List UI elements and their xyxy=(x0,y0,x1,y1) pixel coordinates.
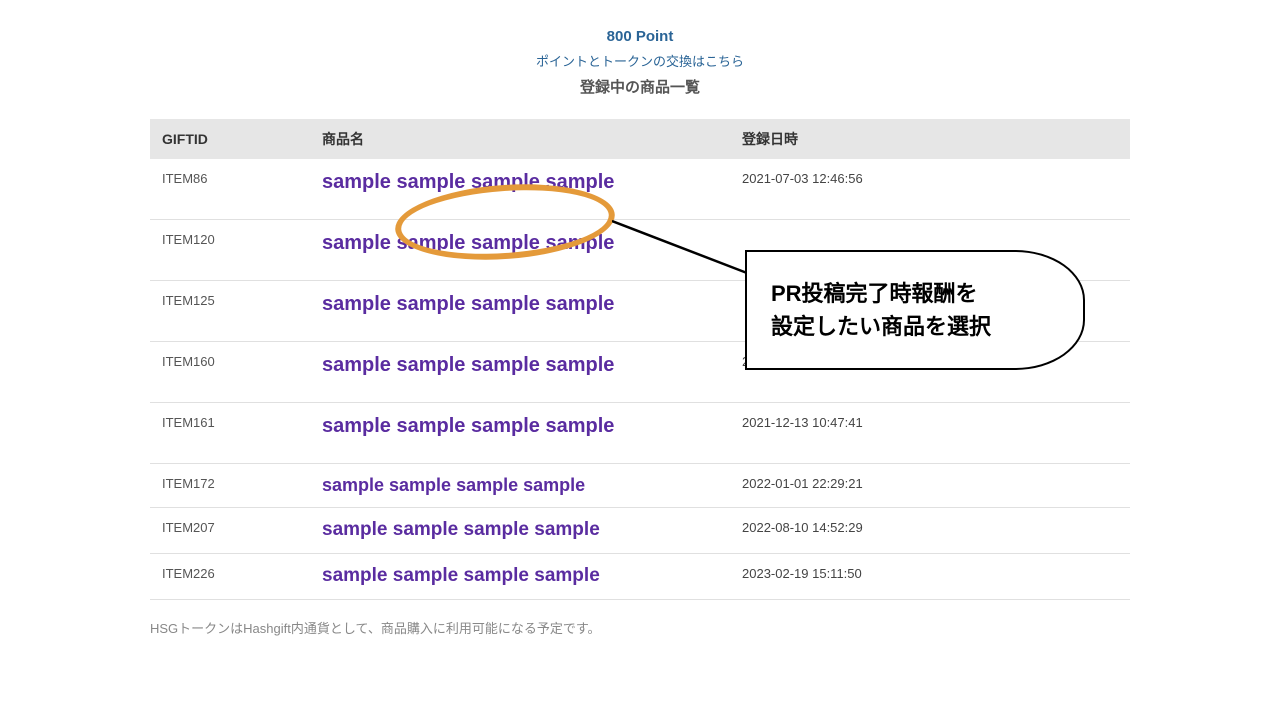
cell-name: sample sample sample sample xyxy=(322,472,585,499)
table-row[interactable]: ITEM86 sample sample sample sample 2021-… xyxy=(150,159,1130,220)
cell-date: 2022-08-10 14:52:29 xyxy=(730,508,1130,554)
cell-id: ITEM226 xyxy=(150,554,310,600)
cell-name: sample sample sample sample xyxy=(322,167,614,197)
cell-id: ITEM161 xyxy=(150,403,310,464)
cell-name: sample sample sample sample xyxy=(322,562,600,591)
cell-name: sample sample sample sample xyxy=(322,289,614,319)
cell-name: sample sample sample sample xyxy=(322,516,600,545)
exchange-link[interactable]: ポイントとトークンの交換はこちら xyxy=(536,51,744,70)
cell-name: sample sample sample sample xyxy=(322,228,614,258)
cell-id: ITEM207 xyxy=(150,508,310,554)
cell-id: ITEM172 xyxy=(150,464,310,508)
callout-bubble: PR投稿完了時報酬を 設定したい商品を選択 xyxy=(745,250,1085,370)
cell-name: sample sample sample sample xyxy=(322,350,614,380)
col-header-date: 登録日時 xyxy=(730,119,1130,159)
col-header-id: GIFTID xyxy=(150,119,310,159)
cell-id: ITEM120 xyxy=(150,220,310,281)
points-balance: 800 Point xyxy=(0,28,1280,45)
cell-id: ITEM125 xyxy=(150,281,310,342)
cell-id: ITEM160 xyxy=(150,342,310,403)
cell-name: sample sample sample sample xyxy=(322,411,614,441)
cell-date: 2021-12-13 10:47:41 xyxy=(730,403,1130,464)
callout-line1: PR投稿完了時報酬を xyxy=(771,277,1083,310)
table-row[interactable]: ITEM226 sample sample sample sample 2023… xyxy=(150,554,1130,600)
cell-date: 2023-02-19 15:11:50 xyxy=(730,554,1130,600)
table-row[interactable]: ITEM207 sample sample sample sample 2022… xyxy=(150,508,1130,554)
section-title: 登録中の商品一覧 xyxy=(0,76,1280,97)
table-row[interactable]: ITEM161 sample sample sample sample 2021… xyxy=(150,403,1130,464)
callout-line2: 設定したい商品を選択 xyxy=(771,310,1083,343)
cell-date: 2022-01-01 22:29:21 xyxy=(730,464,1130,508)
table-row[interactable]: ITEM172 sample sample sample sample 2022… xyxy=(150,464,1130,508)
col-header-name: 商品名 xyxy=(310,119,730,159)
cell-date: 2021-07-03 12:46:56 xyxy=(730,159,1130,220)
cell-id: ITEM86 xyxy=(150,159,310,220)
footer-note: HSGトークンはHashgift内通貨として、商品購入に利用可能になる予定です。 xyxy=(150,618,1130,637)
